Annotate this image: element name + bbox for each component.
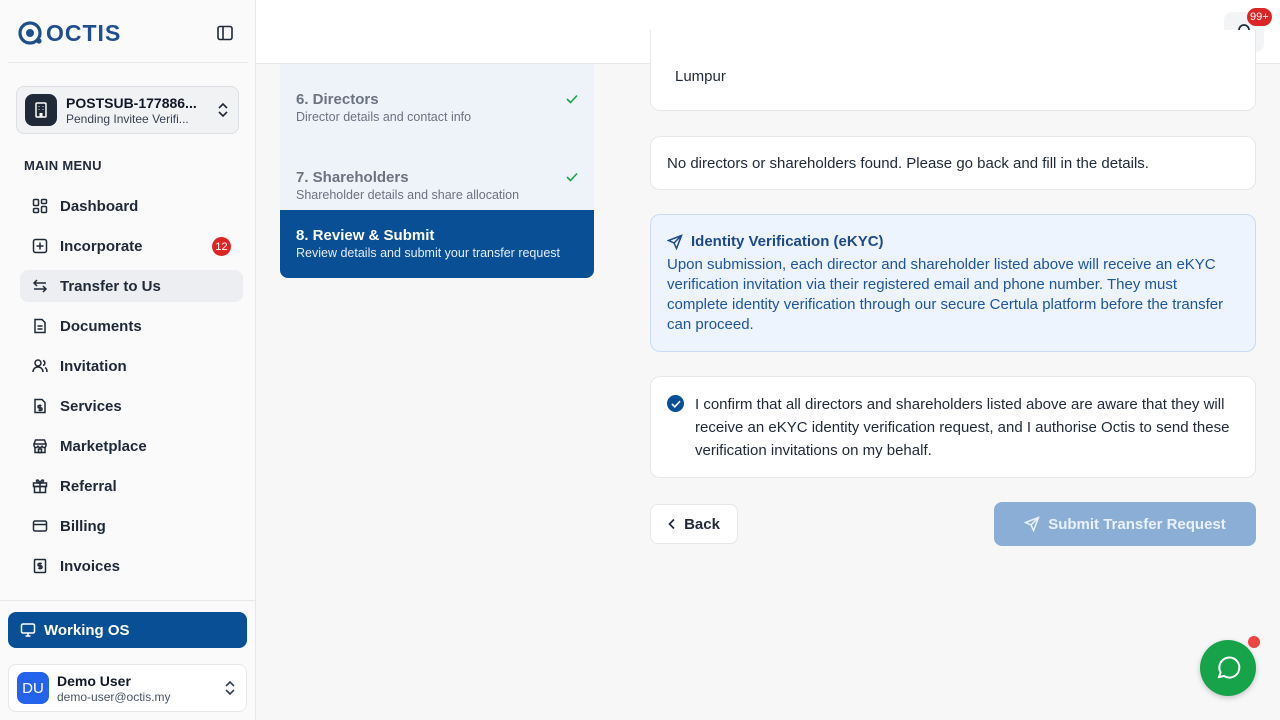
- wizard-steps: 6. Directors Director details and contac…: [280, 64, 594, 278]
- sidebar-item-label: Marketplace: [60, 437, 147, 455]
- sidebar-divider: [8, 62, 248, 63]
- confirm-checkbox[interactable]: [667, 395, 684, 412]
- building-icon: [25, 94, 57, 126]
- sidebar-divider: [0, 600, 256, 601]
- sidebar-item-label: Incorporate: [60, 237, 143, 255]
- sidebar-item-marketplace[interactable]: Marketplace: [20, 430, 243, 462]
- step-title: 6. Directors: [296, 91, 379, 108]
- chevron-left-icon: [668, 518, 675, 530]
- address-text: Lumpur: [675, 68, 726, 85]
- sidebar-item-documents[interactable]: Documents: [20, 310, 243, 342]
- document-icon: [32, 318, 48, 334]
- notification-count-badge: 99+: [1247, 8, 1272, 26]
- chat-unread-dot: [1248, 636, 1260, 648]
- chat-support-button[interactable]: [1200, 640, 1256, 696]
- submit-label: Submit Transfer Request: [1048, 515, 1226, 533]
- step-subtitle: Shareholder details and share allocation: [296, 188, 520, 202]
- confirm-text: I confirm that all directors and shareho…: [695, 396, 1230, 459]
- sidebar: OCTIS POSTSUB-177886... Pending Invitee …: [0, 0, 256, 720]
- address-card: Lumpur: [650, 30, 1256, 111]
- check-icon: [670, 400, 681, 408]
- receipt-icon: [32, 558, 48, 574]
- back-button[interactable]: Back: [650, 504, 738, 544]
- step-subtitle: Director details and contact info: [296, 110, 472, 124]
- sidebar-item-transfer-to-us[interactable]: Transfer to Us: [20, 270, 243, 302]
- step-review-submit[interactable]: 8. Review & Submit Review details and su…: [280, 210, 594, 278]
- sidebar-item-label: Dashboard: [60, 197, 139, 215]
- file-dollar-icon: [32, 398, 48, 414]
- plus-square-icon: [32, 238, 48, 254]
- check-icon: [566, 172, 578, 182]
- sidebar-item-label: Billing: [60, 517, 106, 535]
- store-icon: [32, 438, 48, 454]
- confirmation-card: I confirm that all directors and shareho…: [650, 376, 1256, 478]
- sidebar-toggle-button[interactable]: [216, 24, 236, 42]
- ekyc-description: Upon submission, each director and share…: [667, 256, 1224, 333]
- dashboard-icon: [32, 198, 48, 214]
- send-icon: [1024, 516, 1041, 532]
- octis-logo-icon: [18, 21, 42, 45]
- incorporate-count-badge: 12: [212, 237, 231, 256]
- main-menu-label: MAIN MENU: [24, 158, 102, 173]
- sidebar-item-label: Referral: [60, 477, 117, 495]
- brand-name: OCTIS: [46, 19, 122, 46]
- sidebar-item-incorporate[interactable]: Incorporate 12: [20, 230, 243, 262]
- sidebar-item-invitation[interactable]: Invitation: [20, 350, 243, 382]
- ekyc-title: Identity Verification (eKYC): [691, 233, 884, 250]
- sidebar-item-services[interactable]: Services: [20, 390, 243, 422]
- send-icon: [667, 234, 683, 250]
- gift-icon: [32, 478, 48, 494]
- ekyc-info-box: Identity Verification (eKYC) Upon submis…: [650, 214, 1256, 352]
- check-icon: [566, 94, 578, 104]
- empty-people-notice: No directors or shareholders found. Plea…: [650, 136, 1256, 190]
- working-os-button[interactable]: Working OS: [8, 612, 247, 648]
- empty-message: No directors or shareholders found. Plea…: [667, 155, 1149, 172]
- back-label: Back: [684, 515, 720, 533]
- user-name: Demo User: [57, 672, 131, 689]
- chevrons-up-down-icon: [218, 102, 228, 118]
- monitor-icon: [20, 623, 36, 637]
- sidebar-item-label: Invoices: [60, 557, 121, 575]
- sidebar-item-dashboard[interactable]: Dashboard: [20, 190, 243, 222]
- sidebar-item-invoices[interactable]: Invoices: [20, 550, 243, 582]
- chevrons-up-down-icon: [225, 680, 235, 696]
- user-email: demo-user@octis.my: [57, 689, 171, 704]
- submit-transfer-request-button[interactable]: Submit Transfer Request: [994, 502, 1256, 546]
- chat-bubble-icon: [1217, 656, 1241, 679]
- step-directors[interactable]: 6. Directors Director details and contac…: [280, 64, 594, 142]
- octis-logo[interactable]: OCTIS: [18, 19, 121, 47]
- step-shareholders[interactable]: 7. Shareholders Shareholder details and …: [280, 142, 594, 210]
- step-title: 7. Shareholders: [296, 169, 409, 186]
- working-os-label: Working OS: [44, 621, 130, 639]
- avatar: DU: [17, 672, 49, 704]
- main-menu: Dashboard Incorporate 12 Transfer to Us …: [20, 190, 243, 590]
- transfer-icon: [32, 278, 48, 294]
- sidebar-item-referral[interactable]: Referral: [20, 470, 243, 502]
- sidebar-item-label: Documents: [60, 317, 142, 335]
- users-icon: [32, 358, 48, 374]
- company-name: POSTSUB-177886...: [66, 94, 197, 111]
- user-menu[interactable]: DU Demo User demo-user@octis.my: [8, 664, 247, 712]
- sidebar-toggle-icon: [217, 25, 233, 41]
- sidebar-item-label: Invitation: [60, 357, 127, 375]
- sidebar-item-label: Transfer to Us: [60, 277, 161, 295]
- sidebar-item-billing[interactable]: Billing: [20, 510, 243, 542]
- credit-card-icon: [32, 518, 48, 534]
- sidebar-item-label: Services: [60, 397, 122, 415]
- step-subtitle: Review details and submit your transfer …: [296, 246, 561, 260]
- company-switcher[interactable]: POSTSUB-177886... Pending Invitee Verifi…: [16, 86, 239, 134]
- company-status: Pending Invitee Verifi...: [66, 111, 189, 126]
- step-title: 8. Review & Submit: [296, 227, 435, 244]
